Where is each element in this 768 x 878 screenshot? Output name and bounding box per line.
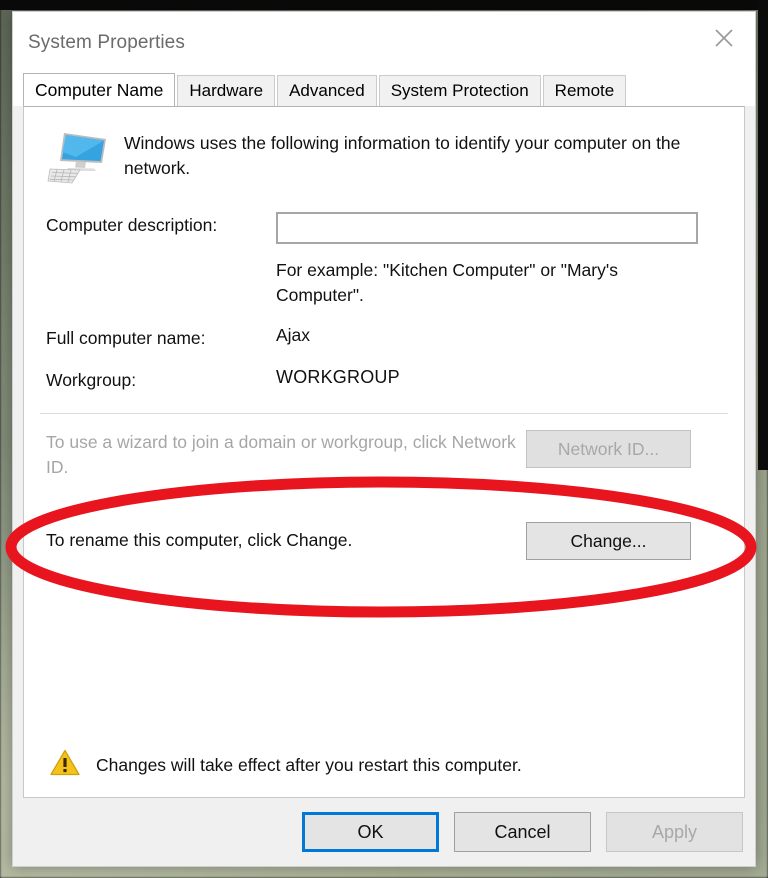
tab-label: Remote (554, 81, 615, 100)
computer-description-label: Computer description: (46, 215, 218, 235)
section-divider (40, 413, 728, 414)
panel-body: Windows uses the following information t… (24, 107, 744, 749)
workgroup-row: Workgroup: WORKGROUP (24, 367, 744, 391)
tab-advanced[interactable]: Advanced (277, 75, 377, 106)
network-id-button[interactable]: Network ID... (526, 430, 691, 468)
computer-description-row: Computer description: (24, 212, 744, 244)
window-title: System Properties (28, 32, 185, 53)
dialog-footer: OK Cancel Apply (13, 798, 755, 866)
close-button[interactable] (693, 12, 755, 64)
screen-right-bezel (758, 0, 768, 470)
rename-computer-row: To rename this computer, click Change. C… (24, 521, 744, 560)
full-computer-name-row: Full computer name: Ajax (24, 325, 744, 349)
tab-system-protection[interactable]: System Protection (378, 75, 541, 106)
workgroup-value: WORKGROUP (276, 367, 400, 387)
ok-button[interactable]: OK (302, 812, 439, 852)
rename-description: To rename this computer, click Change. (46, 530, 353, 551)
full-computer-name-value: Ajax (276, 325, 311, 345)
full-computer-name-label: Full computer name: (46, 328, 206, 348)
apply-button[interactable]: Apply (606, 812, 743, 852)
close-icon (715, 29, 733, 47)
intro-text: Windows uses the following information t… (124, 133, 681, 178)
system-properties-dialog: System Properties Computer Name Hardware… (12, 11, 756, 867)
screen-top-bezel (0, 0, 768, 10)
intro-section: Windows uses the following information t… (24, 107, 744, 190)
restart-warning-text: Changes will take effect after you resta… (96, 754, 522, 775)
tab-label: Hardware (189, 81, 264, 100)
tab-computer-name[interactable]: Computer Name (23, 73, 176, 106)
computer-monitor-icon (46, 127, 124, 190)
workgroup-label: Workgroup: (46, 370, 137, 390)
tab-label: Computer Name (35, 79, 164, 100)
tab-hardware[interactable]: Hardware (177, 75, 276, 106)
title-bar: System Properties (13, 12, 755, 72)
tab-label: Advanced (289, 81, 365, 100)
warning-triangle-icon (50, 749, 92, 781)
tab-label: System Protection (390, 81, 529, 100)
cancel-button[interactable]: Cancel (454, 812, 591, 852)
change-button[interactable]: Change... (526, 521, 691, 560)
tab-strip: Computer Name Hardware Advanced System P… (13, 72, 755, 106)
restart-warning: Changes will take effect after you resta… (24, 749, 744, 797)
network-id-row: To use a wizard to join a domain or work… (24, 430, 744, 480)
computer-description-hint: For example: "Kitchen Computer" or "Mary… (276, 260, 618, 305)
tab-remote[interactable]: Remote (542, 75, 627, 106)
computer-description-input[interactable] (276, 212, 698, 244)
network-id-description: To use a wizard to join a domain or work… (46, 432, 516, 477)
tab-panel-computer-name: Windows uses the following information t… (23, 106, 745, 798)
